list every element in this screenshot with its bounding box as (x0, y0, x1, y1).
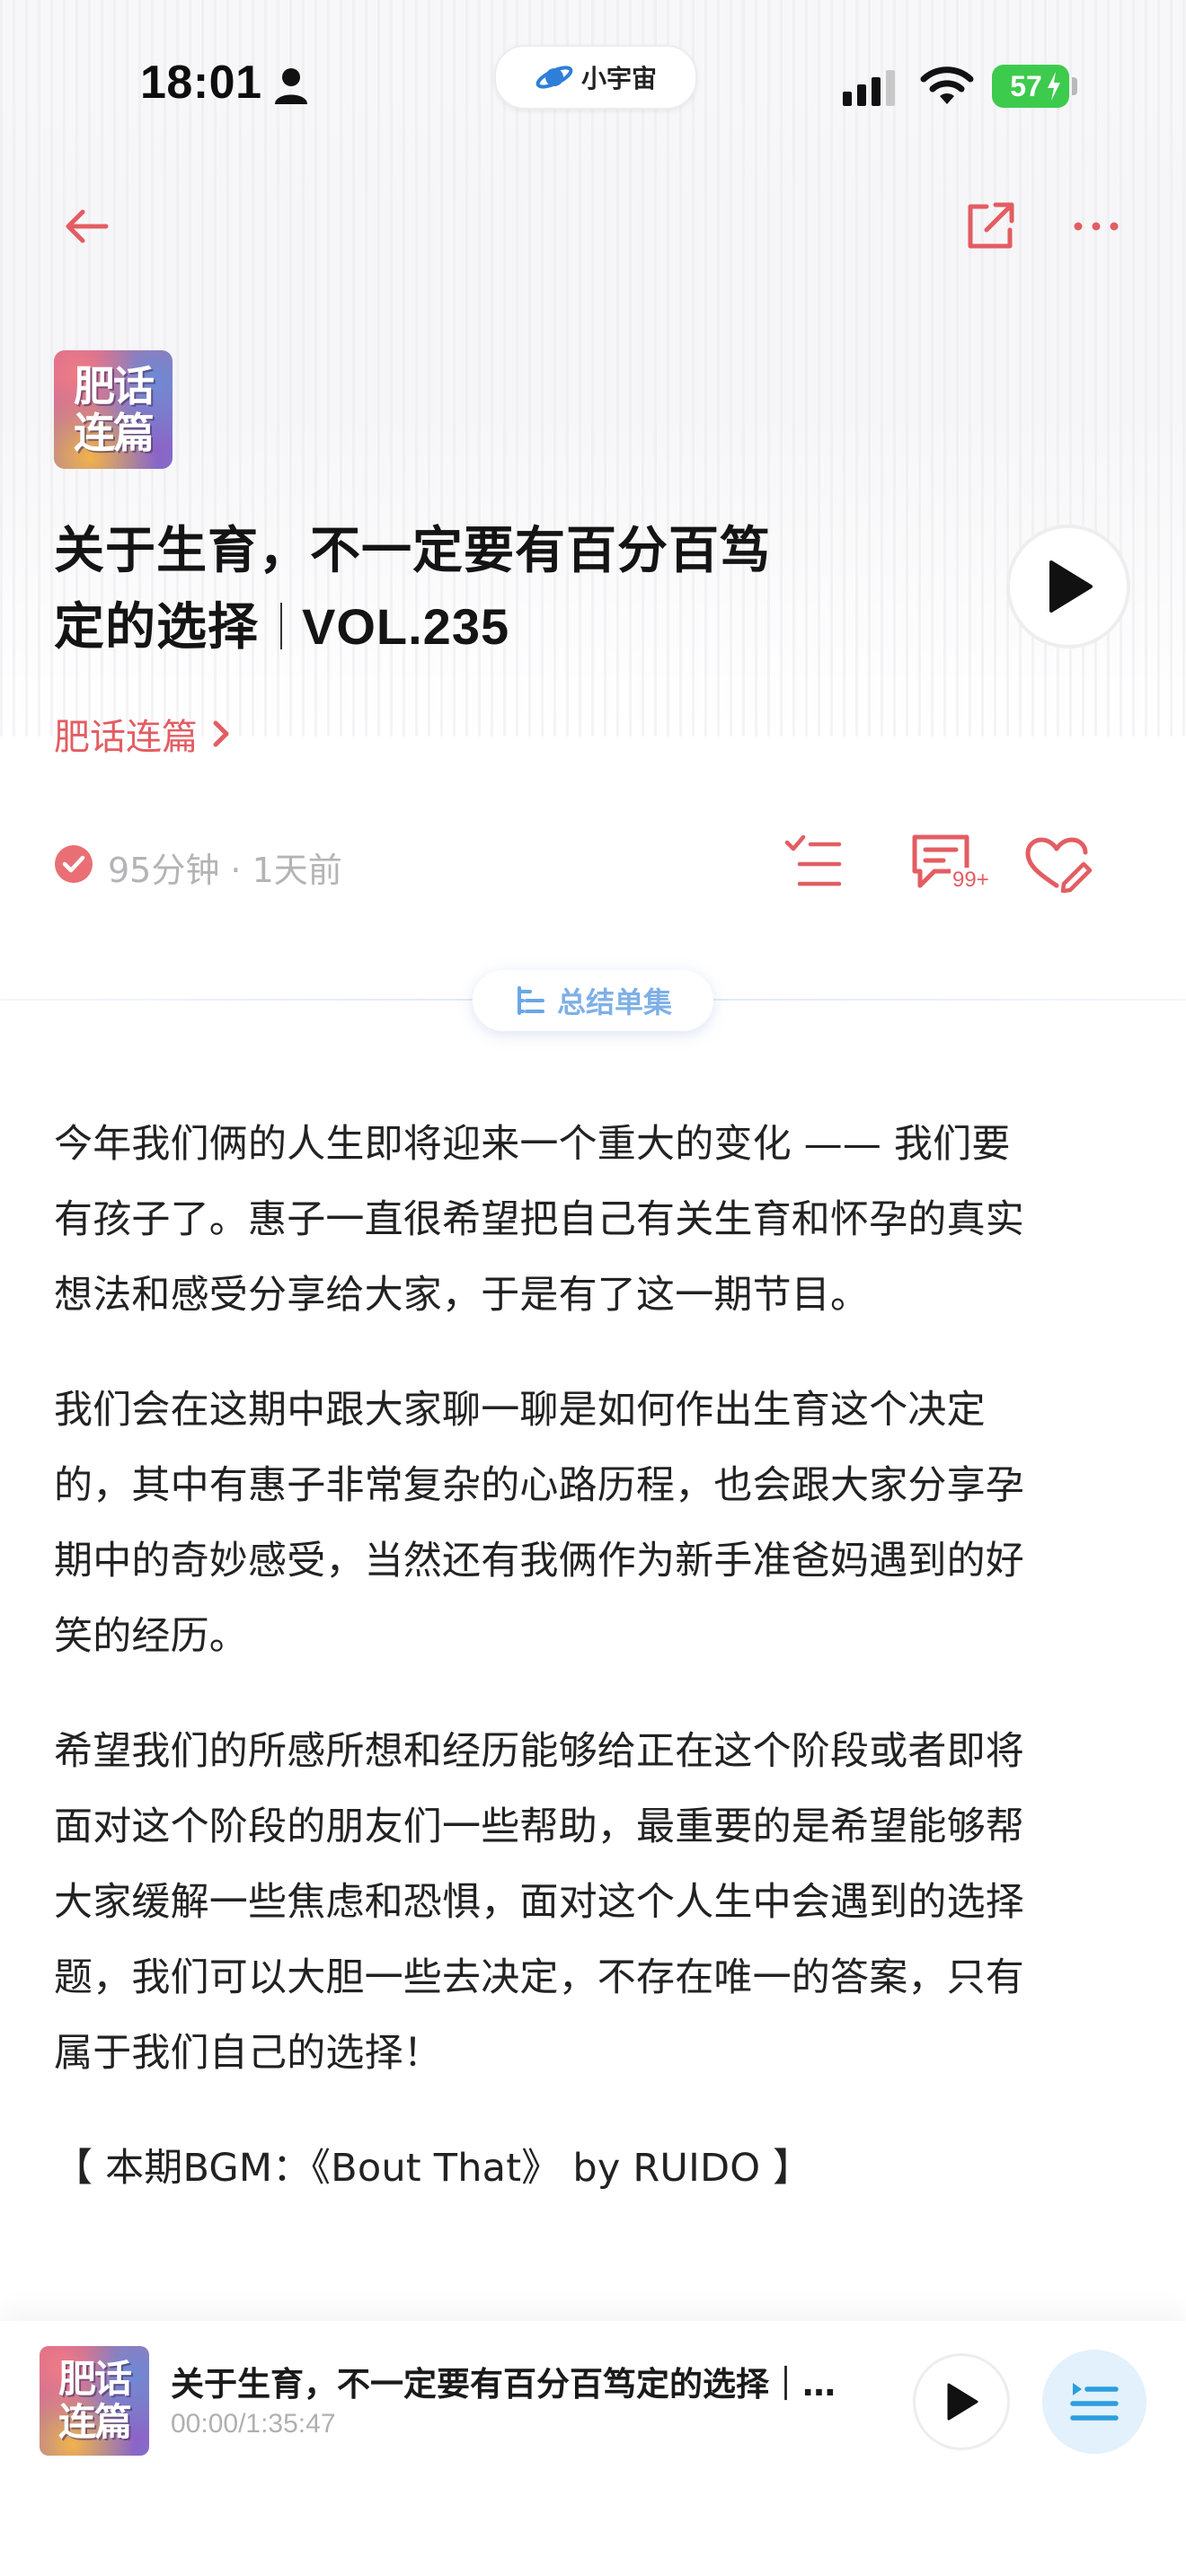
cover-text-line1: 肥话 (58, 2357, 132, 2401)
title-separator (280, 603, 282, 649)
description-paragraph: 【 本期BGM：《Bout That》 by RUIDO 】 (54, 2130, 1143, 2206)
mini-player-time: 00:00/1:35:47 (171, 2409, 336, 2439)
share-icon[interactable] (961, 198, 1019, 255)
text-line: 有孩子了。惠子一直很希望把自己有关生育和怀孕的真实 (54, 1197, 1024, 1242)
bgm-credit: 【 本期BGM：《Bout That》 by RUIDO 】 (54, 2146, 812, 2191)
text-line: 题，我们可以大胆一些去决定，不存在唯一的答案，只有 (54, 1955, 1024, 2000)
description-paragraph: 我们会在这期中跟大家聊一聊是如何作出生育这个决定 的，其中有惠子非常复杂的心路历… (54, 1372, 1143, 1674)
cover-text-line1: 肥话 (74, 362, 155, 410)
battery-level: 57 (1010, 69, 1042, 102)
playlist-button[interactable] (1042, 2350, 1146, 2454)
episode-meta: 95分钟 · 1天前 (108, 851, 342, 890)
app-badge-label: 小宇宙 (580, 64, 657, 93)
cover-text-line2: 连篇 (58, 2400, 132, 2444)
bolt-icon (1048, 72, 1060, 101)
mini-player-play-button[interactable] (913, 2353, 1010, 2450)
text-line: 笑的经历。 (54, 1614, 248, 1659)
podcast-name: 肥话连篇 (54, 717, 198, 758)
battery-cap (1072, 77, 1077, 95)
summary-label: 总结单集 (556, 985, 672, 1019)
chevron-right-icon (213, 720, 229, 747)
play-icon (947, 2383, 978, 2421)
podcast-link[interactable]: 肥话连篇 (54, 708, 234, 760)
episode-title-line2: 定的选择 (54, 598, 259, 657)
text-line: 期中的奇妙感受，当然还有我俩作为新手准爸妈遇到的好 (54, 1539, 1024, 1584)
planet-icon (535, 66, 573, 89)
text-line: 面对这个阶段的朋友们一些帮助，最重要的是希望能够帮 (54, 1804, 1024, 1849)
more-icon[interactable] (1071, 210, 1121, 243)
play-icon (1049, 560, 1093, 613)
mini-player-title[interactable]: 关于生育，不一定要有百分百笃定的选择｜… (171, 2357, 836, 2405)
text-line: 的，其中有惠子非常复杂的心路历程，也会跟大家分享孕 (54, 1463, 1024, 1508)
cover-text-line2: 连篇 (74, 409, 155, 457)
text-line: 今年我们俩的人生即将迎来一个重大的变化 —— 我们要 (54, 1122, 1011, 1167)
summary-icon (517, 986, 544, 1015)
summary-button[interactable]: 总结单集 (473, 970, 713, 1031)
like-edit-icon[interactable] (1024, 837, 1093, 893)
episode-description: 今年我们俩的人生即将迎来一个重大的变化 —— 我们要 有孩子了。惠子一直很希望把… (54, 1107, 1143, 2245)
battery-indicator: 57 (992, 65, 1069, 108)
wifi-icon (920, 66, 974, 104)
text-line: 我们会在这期中跟大家聊一聊是如何作出生育这个决定 (54, 1388, 986, 1433)
app-badge[interactable]: 小宇宙 (494, 45, 697, 110)
text-line: 大家缓解一些焦虑和恐惧，面对这个人生中会遇到的选择 (54, 1880, 1024, 1925)
description-paragraph: 今年我们俩的人生即将迎来一个重大的变化 —— 我们要 有孩子了。惠子一直很希望把… (54, 1107, 1143, 1333)
playlist-icon (1070, 2383, 1119, 2421)
signal-icon (843, 70, 895, 106)
status-time: 18:01 (140, 57, 262, 109)
mini-player-cover[interactable]: 肥话 连篇 (40, 2346, 149, 2456)
playlist-add-icon[interactable] (783, 834, 843, 893)
episode-title: 关于生育，不一定要有百分百笃 定的选择 VOL.235 (54, 514, 988, 666)
episode-title-line1: 关于生育，不一定要有百分百笃 (54, 522, 771, 580)
podcast-cover[interactable]: 肥话 连篇 (54, 350, 173, 469)
check-circle-icon (55, 845, 93, 883)
text-line: 想法和感受分享给大家，于是有了这一期节目。 (54, 1273, 870, 1318)
text-line: 属于我们自己的选择！ (54, 2031, 442, 2076)
person-icon (275, 68, 307, 104)
episode-volume: VOL.235 (302, 598, 510, 655)
comment-count: 99+ (951, 868, 991, 893)
back-arrow-icon[interactable] (61, 201, 111, 251)
description-paragraph: 希望我们的所感所想和经历能够给正在这个阶段或者即将 面对这个阶段的朋友们一些帮助… (54, 1714, 1143, 2091)
play-button[interactable] (1006, 525, 1130, 648)
text-line: 希望我们的所感所想和经历能够给正在这个阶段或者即将 (54, 1729, 1024, 1774)
